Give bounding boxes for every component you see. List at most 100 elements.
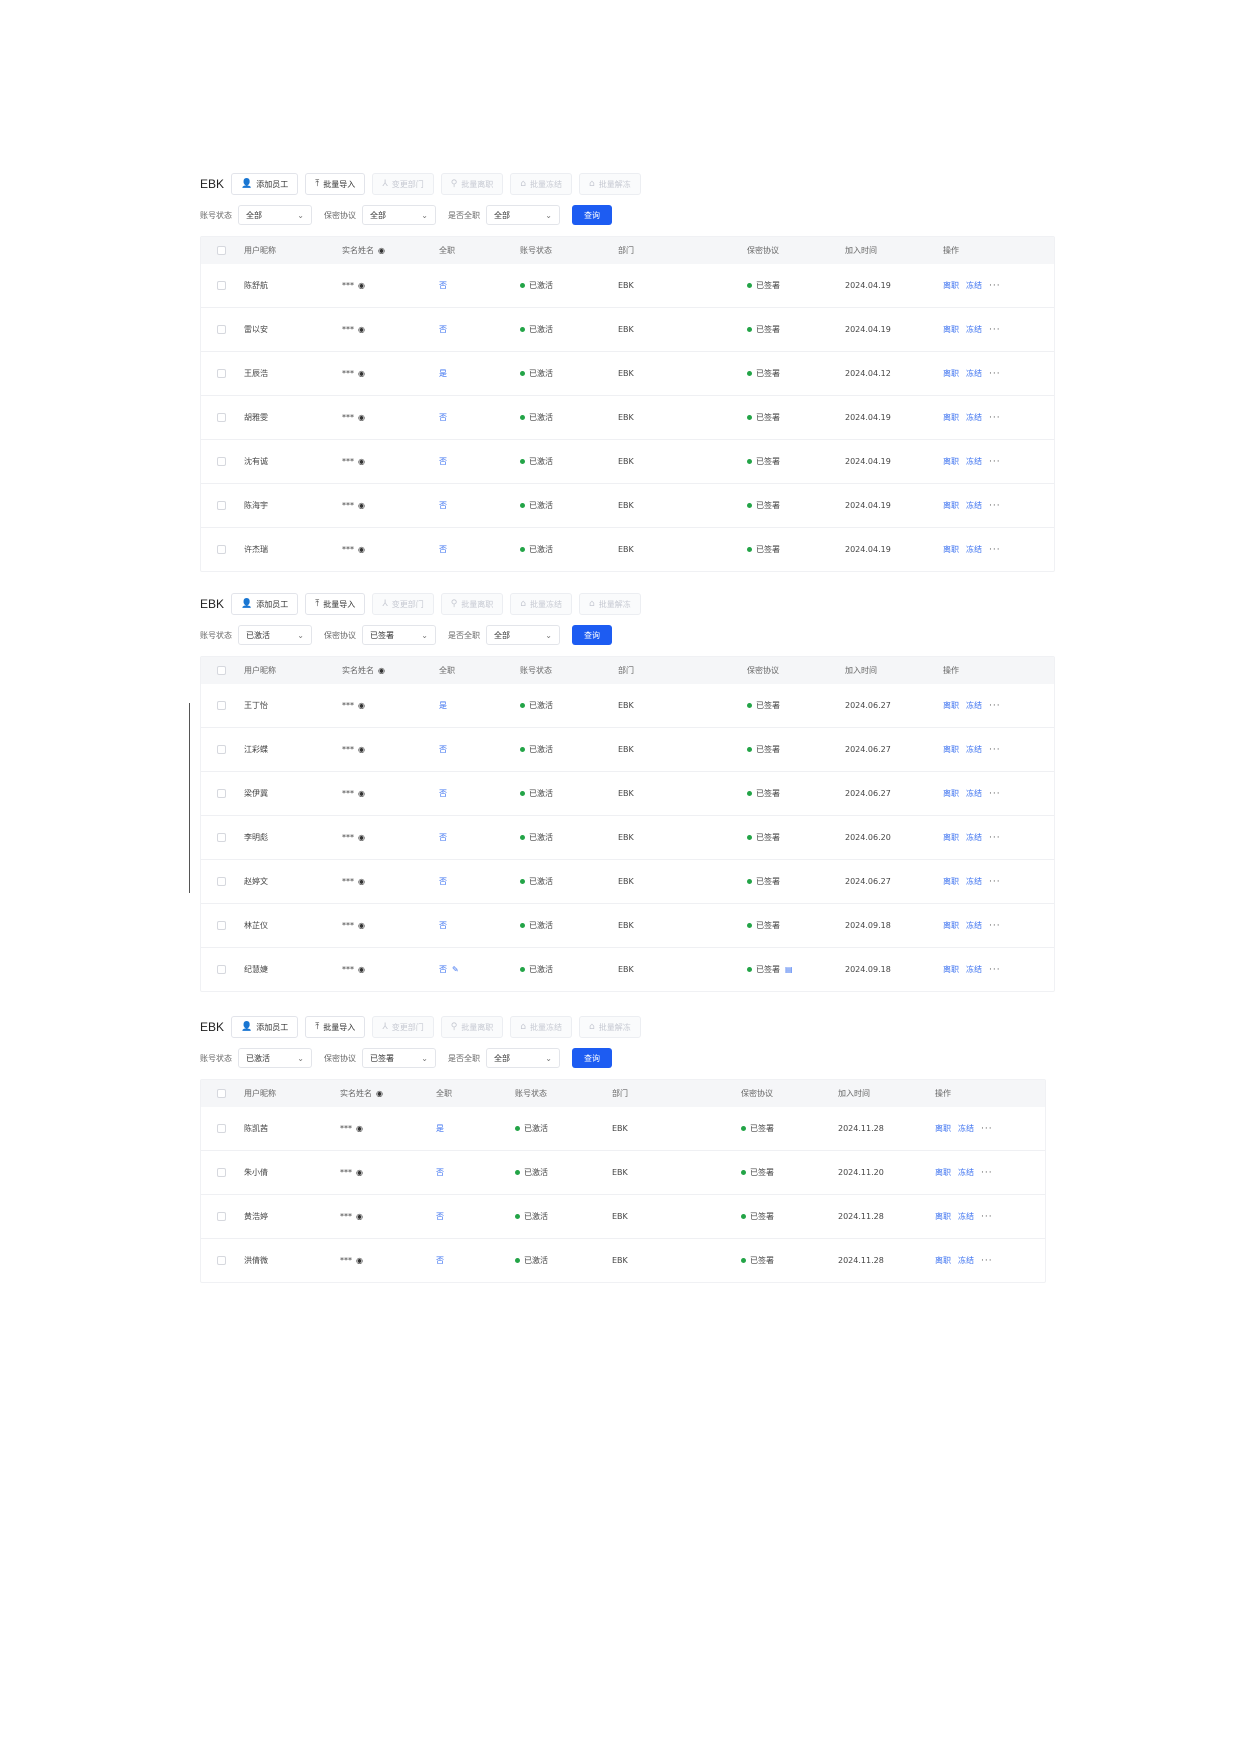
freeze-link[interactable]: 冻结 bbox=[966, 832, 982, 843]
resign-link[interactable]: 离职 bbox=[943, 368, 959, 379]
resign-link[interactable]: 离职 bbox=[943, 544, 959, 555]
row-checkbox[interactable] bbox=[217, 1256, 226, 1265]
freeze-link[interactable]: 冻结 bbox=[966, 876, 982, 887]
confidential-filter-select[interactable]: 已签署 ⌄ bbox=[362, 625, 436, 645]
eye-icon[interactable]: ◉ bbox=[358, 745, 365, 754]
eye-icon[interactable]: ◉ bbox=[358, 789, 365, 798]
more-icon[interactable]: ··· bbox=[989, 789, 1001, 799]
freeze-link[interactable]: 冻结 bbox=[958, 1255, 974, 1266]
freeze-link[interactable]: 冻结 bbox=[958, 1167, 974, 1178]
select-all-checkbox[interactable] bbox=[217, 1089, 226, 1098]
eye-icon[interactable]: ◉ bbox=[356, 1256, 363, 1265]
row-checkbox[interactable] bbox=[217, 325, 226, 334]
eye-icon[interactable]: ◉ bbox=[358, 965, 365, 974]
freeze-link[interactable]: 冻结 bbox=[966, 412, 982, 423]
fulltime-filter-select[interactable]: 全部 ⌄ bbox=[486, 205, 560, 225]
freeze-link[interactable]: 冻结 bbox=[966, 324, 982, 335]
resign-link[interactable]: 离职 bbox=[935, 1167, 951, 1178]
eye-icon[interactable]: ◉ bbox=[378, 666, 385, 675]
more-icon[interactable]: ··· bbox=[989, 965, 1001, 975]
row-checkbox[interactable] bbox=[217, 545, 226, 554]
fulltime-filter-select[interactable]: 全部 ⌄ bbox=[486, 625, 560, 645]
eye-icon[interactable]: ◉ bbox=[356, 1124, 363, 1133]
batch-unfreeze-button[interactable]: ⌂ 批量解冻 bbox=[579, 593, 641, 615]
freeze-link[interactable]: 冻结 bbox=[966, 368, 982, 379]
batch-freeze-button[interactable]: ⌂ 批量冻结 bbox=[510, 1016, 573, 1038]
resign-link[interactable]: 离职 bbox=[943, 412, 959, 423]
select-all-checkbox[interactable] bbox=[217, 246, 226, 255]
row-checkbox[interactable] bbox=[217, 701, 226, 710]
query-button[interactable]: 查询 bbox=[572, 625, 612, 645]
select-all-checkbox[interactable] bbox=[217, 666, 226, 675]
eye-icon[interactable]: ◉ bbox=[376, 1089, 383, 1098]
change-department-button[interactable]: ⅄ 变更部门 bbox=[372, 1016, 434, 1038]
resign-link[interactable]: 离职 bbox=[943, 324, 959, 335]
eye-icon[interactable]: ◉ bbox=[356, 1168, 363, 1177]
fulltime-filter-select[interactable]: 全部 ⌄ bbox=[486, 1048, 560, 1068]
status-filter-select[interactable]: 已激活 ⌄ bbox=[238, 625, 312, 645]
eye-icon[interactable]: ◉ bbox=[358, 921, 365, 930]
edit-icon[interactable]: ✎ bbox=[452, 965, 459, 974]
batch-import-button[interactable]: ⤒ 批量导入 bbox=[305, 173, 366, 195]
batch-unfreeze-button[interactable]: ⌂ 批量解冻 bbox=[579, 173, 641, 195]
more-icon[interactable]: ··· bbox=[989, 877, 1001, 887]
more-icon[interactable]: ··· bbox=[989, 281, 1001, 291]
more-icon[interactable]: ··· bbox=[989, 413, 1001, 423]
add-employee-button[interactable]: 👤 添加员工 bbox=[231, 173, 299, 195]
batch-resign-button[interactable]: ⚲ 批量离职 bbox=[440, 173, 504, 195]
change-department-button[interactable]: ⅄ 变更部门 bbox=[372, 173, 434, 195]
resign-link[interactable]: 离职 bbox=[943, 920, 959, 931]
resign-link[interactable]: 离职 bbox=[935, 1123, 951, 1134]
query-button[interactable]: 查询 bbox=[572, 205, 612, 225]
row-checkbox[interactable] bbox=[217, 1212, 226, 1221]
freeze-link[interactable]: 冻结 bbox=[966, 456, 982, 467]
eye-icon[interactable]: ◉ bbox=[356, 1212, 363, 1221]
resign-link[interactable]: 离职 bbox=[943, 280, 959, 291]
more-icon[interactable]: ··· bbox=[981, 1168, 993, 1178]
freeze-link[interactable]: 冻结 bbox=[958, 1123, 974, 1134]
row-checkbox[interactable] bbox=[217, 965, 226, 974]
resign-link[interactable]: 离职 bbox=[943, 456, 959, 467]
more-icon[interactable]: ··· bbox=[989, 745, 1001, 755]
more-icon[interactable]: ··· bbox=[989, 921, 1001, 931]
eye-icon[interactable]: ◉ bbox=[358, 413, 365, 422]
eye-icon[interactable]: ◉ bbox=[358, 833, 365, 842]
row-checkbox[interactable] bbox=[217, 833, 226, 842]
resign-link[interactable]: 离职 bbox=[943, 788, 959, 799]
batch-resign-button[interactable]: ⚲ 批量离职 bbox=[440, 593, 504, 615]
freeze-link[interactable]: 冻结 bbox=[966, 788, 982, 799]
confidential-filter-select[interactable]: 全部 ⌄ bbox=[362, 205, 436, 225]
batch-freeze-button[interactable]: ⌂ 批量冻结 bbox=[510, 173, 573, 195]
eye-icon[interactable]: ◉ bbox=[358, 701, 365, 710]
freeze-link[interactable]: 冻结 bbox=[966, 280, 982, 291]
more-icon[interactable]: ··· bbox=[989, 325, 1001, 335]
eye-icon[interactable]: ◉ bbox=[358, 877, 365, 886]
eye-icon[interactable]: ◉ bbox=[358, 281, 365, 290]
eye-icon[interactable]: ◉ bbox=[358, 501, 365, 510]
confidential-filter-select[interactable]: 已签署 ⌄ bbox=[362, 1048, 436, 1068]
row-checkbox[interactable] bbox=[217, 745, 226, 754]
more-icon[interactable]: ··· bbox=[981, 1256, 993, 1266]
row-checkbox[interactable] bbox=[217, 413, 226, 422]
row-checkbox[interactable] bbox=[217, 457, 226, 466]
batch-resign-button[interactable]: ⚲ 批量离职 bbox=[440, 1016, 504, 1038]
resign-link[interactable]: 离职 bbox=[943, 744, 959, 755]
row-checkbox[interactable] bbox=[217, 1168, 226, 1177]
eye-icon[interactable]: ◉ bbox=[358, 457, 365, 466]
row-checkbox[interactable] bbox=[217, 369, 226, 378]
resign-link[interactable]: 离职 bbox=[943, 500, 959, 511]
more-icon[interactable]: ··· bbox=[989, 501, 1001, 511]
row-checkbox[interactable] bbox=[217, 281, 226, 290]
resign-link[interactable]: 离职 bbox=[935, 1211, 951, 1222]
eye-icon[interactable]: ◉ bbox=[358, 545, 365, 554]
add-employee-button[interactable]: 👤 添加员工 bbox=[231, 1016, 299, 1038]
resign-link[interactable]: 离职 bbox=[943, 700, 959, 711]
resign-link[interactable]: 离职 bbox=[943, 876, 959, 887]
document-icon[interactable]: ▤ bbox=[785, 965, 793, 974]
freeze-link[interactable]: 冻结 bbox=[966, 700, 982, 711]
eye-icon[interactable]: ◉ bbox=[358, 325, 365, 334]
resign-link[interactable]: 离职 bbox=[935, 1255, 951, 1266]
eye-icon[interactable]: ◉ bbox=[378, 246, 385, 255]
batch-unfreeze-button[interactable]: ⌂ 批量解冻 bbox=[579, 1016, 641, 1038]
resign-link[interactable]: 离职 bbox=[943, 832, 959, 843]
